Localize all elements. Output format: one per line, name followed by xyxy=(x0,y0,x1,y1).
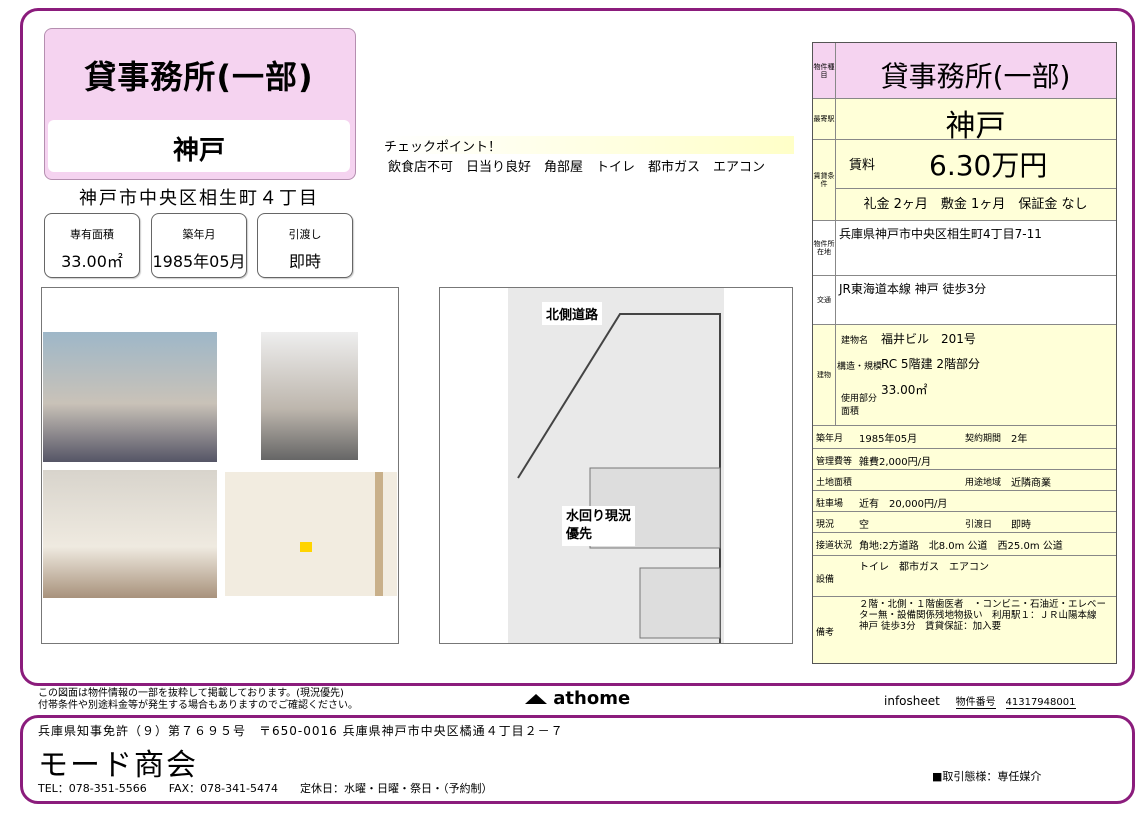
row-remarks: 備考 ２階・北側・１階歯医者 ・コンビニ・石油近・エレベーター無・設備関係残地物… xyxy=(813,597,1116,663)
map-image xyxy=(225,472,397,596)
disclaimer: この図面は物件情報の一部を抜粋して掲載しております。(現況優先) 付帯条件や別途… xyxy=(38,688,358,712)
company-name: モード商会 xyxy=(38,748,198,783)
checkpoint-items: 飲食店不可 日当り良好 角部屋 トイレ 都市ガス エアコン xyxy=(388,160,766,175)
row-equip: 設備 トイレ 都市ガス エアコン xyxy=(813,556,1116,597)
parking-value: 近有 20,000円/月 xyxy=(859,499,948,510)
zone-label: 用途地域 xyxy=(965,478,1002,488)
row-label: 物件所在地 xyxy=(813,221,836,275)
row-label: 賃貸条件 xyxy=(813,140,836,220)
status-value: 空 xyxy=(859,520,869,531)
number-label: 物件番号 xyxy=(955,697,996,709)
address: 神戸市中央区相生町４丁目 xyxy=(79,188,319,209)
badge-area: 専有面積 33.00㎡ xyxy=(44,213,140,278)
map-railway xyxy=(375,472,383,596)
building-photo-2 xyxy=(261,332,358,460)
infosheet-label: infosheet xyxy=(884,694,940,708)
interior-photo xyxy=(43,470,217,598)
badge-label: 築年月 xyxy=(182,228,216,241)
status-label: 現況 xyxy=(816,520,835,530)
row-road: 接道状況 角地:2方道路 北8.0m 公道 西25.0m 公道 xyxy=(813,533,1116,556)
row-label: 建物 xyxy=(813,325,836,425)
row-status: 現況 空 引渡日 即時 xyxy=(813,512,1116,533)
row-label: 最寄駅 xyxy=(813,99,836,139)
mgmt-label: 管理費等 xyxy=(816,457,853,467)
floorplan-note-line2: 優先 xyxy=(566,527,593,542)
disclaimer-line2: 付帯条件や別途料金等が発生する場合もありますのでご確認ください。 xyxy=(38,700,358,711)
logo-text: athome xyxy=(553,688,631,709)
equip-label: 設備 xyxy=(816,575,835,585)
access-value: JR東海道本線 神戸 徒歩3分 xyxy=(839,282,987,296)
floorplan-note: 水回り現況 優先 xyxy=(562,506,636,546)
property-number: 41317948001 xyxy=(1005,697,1076,709)
row-built: 築年月 1985年05月 契約期間 2年 xyxy=(813,426,1116,449)
mgmt-value: 雑費2,000円/月 xyxy=(859,457,931,468)
license-info: 兵庫県知事免許（９）第７６９５号 〒650-0016 兵庫県神戸市中央区橘通４丁… xyxy=(38,724,564,738)
deposit-info: 礼金 2ヶ月 敷金 1ヶ月 保証金 なし xyxy=(835,188,1116,212)
row-building: 建物 建物名 福井ビル 201号 構造・規模 RC 5階建 2階部分 使用部分面… xyxy=(813,325,1116,426)
property-type: 貸事務所(一部) xyxy=(880,60,1071,93)
remarks-value: ２階・北側・１階歯医者 ・コンビニ・石油近・エレベーター無・設備関係残地物扱い … xyxy=(859,599,1107,632)
contact-info: TEL：078-351-5566 FAX：078-341-5474 定休日：水曜… xyxy=(38,782,493,795)
badge-value: 即時 xyxy=(288,252,321,271)
row-mgmt: 管理費等 雑費2,000円/月 xyxy=(813,449,1116,470)
row-label: 物件種目 xyxy=(813,43,836,98)
badge-built: 築年月 1985年05月 xyxy=(151,213,247,278)
map-marker-icon xyxy=(300,542,312,552)
struct-value: RC 5階建 2階部分 xyxy=(881,357,981,371)
row-type: 物件種目 貸事務所(一部) xyxy=(813,43,1116,99)
checkpoint-title: チェックポイント！ xyxy=(384,136,794,155)
row-rent: 賃貸条件 賃料 6.30万円 礼金 2ヶ月 敷金 1ヶ月 保証金 なし xyxy=(813,140,1116,221)
term-value: 2年 xyxy=(1011,434,1028,445)
floorplan-panel: 北側道路 水回り現況 優先 xyxy=(439,287,793,644)
property-table: 物件種目 貸事務所(一部) 最寄駅 神戸 賃貸条件 賃料 6.30万円 礼金 2… xyxy=(812,42,1117,664)
row-label: 交通 xyxy=(813,276,836,324)
floorplan-drawing xyxy=(508,288,724,643)
rent-value: 6.30万円 xyxy=(929,149,1048,182)
remarks-label: 備考 xyxy=(816,628,835,638)
badge-label: 専有面積 xyxy=(70,228,114,241)
road-label: 接道状況 xyxy=(816,541,853,551)
disclaimer-line1: この図面は物件情報の一部を抜粋して掲載しております。(現況優先) xyxy=(38,688,344,699)
road-value: 角地:2方道路 北8.0m 公道 西25.0m 公道 xyxy=(859,541,1063,552)
term-label: 契約期間 xyxy=(965,434,1002,444)
badge-label: 引渡し xyxy=(288,228,322,241)
row-parking: 駐車場 近有 20,000円/月 xyxy=(813,491,1116,512)
bld-name-value: 福井ビル 201号 xyxy=(881,332,976,346)
row-access: 交通 JR東海道本線 神戸 徒歩3分 xyxy=(813,276,1116,325)
land-label: 土地面積 xyxy=(816,478,853,488)
built-label: 築年月 xyxy=(816,434,844,444)
badge-handover: 引渡し 即時 xyxy=(257,213,353,278)
struct-label: 構造・規模 xyxy=(837,362,883,372)
building-photo xyxy=(43,332,217,462)
photo-panel xyxy=(41,287,399,644)
row-land: 土地面積 用途地域 近隣商業 xyxy=(813,470,1116,491)
infosheet-block: infosheet 物件番号 41317948001 xyxy=(884,693,1076,709)
station-name: 神戸 xyxy=(945,109,1006,144)
bld-name-label: 建物名 xyxy=(841,336,869,346)
row-station: 最寄駅 神戸 xyxy=(813,99,1116,144)
usage-value: 33.00㎡ xyxy=(881,383,928,397)
built-value: 1985年05月 xyxy=(859,434,918,445)
row-location: 物件所在地 兵庫県神戸市中央区相生町4丁目7-11 xyxy=(813,221,1116,276)
rent-label: 賃料 xyxy=(849,158,876,173)
house-icon xyxy=(525,694,547,704)
handover-value: 即時 xyxy=(1011,520,1031,531)
handover-label: 引渡日 xyxy=(965,520,993,530)
page-title: 貸事務所(一部) xyxy=(84,58,314,96)
area-name: 神戸 xyxy=(172,136,225,166)
deal-type: ■取引態様：専任媒介 xyxy=(932,770,1042,783)
athome-logo: athome xyxy=(525,688,630,709)
badge-value: 1985年05月 xyxy=(152,252,246,271)
location-value: 兵庫県神戸市中央区相生町4丁目7-11 xyxy=(839,227,1042,241)
usage-label: 使用部分面積 xyxy=(841,394,878,417)
floorplan-note-line1: 水回り現況 xyxy=(566,509,632,524)
zone-value: 近隣商業 xyxy=(1011,478,1051,489)
equip-value: トイレ 都市ガス エアコン xyxy=(859,562,989,573)
parking-label: 駐車場 xyxy=(816,499,844,509)
badge-value: 33.00㎡ xyxy=(61,252,123,271)
north-road-label: 北側道路 xyxy=(542,302,603,325)
